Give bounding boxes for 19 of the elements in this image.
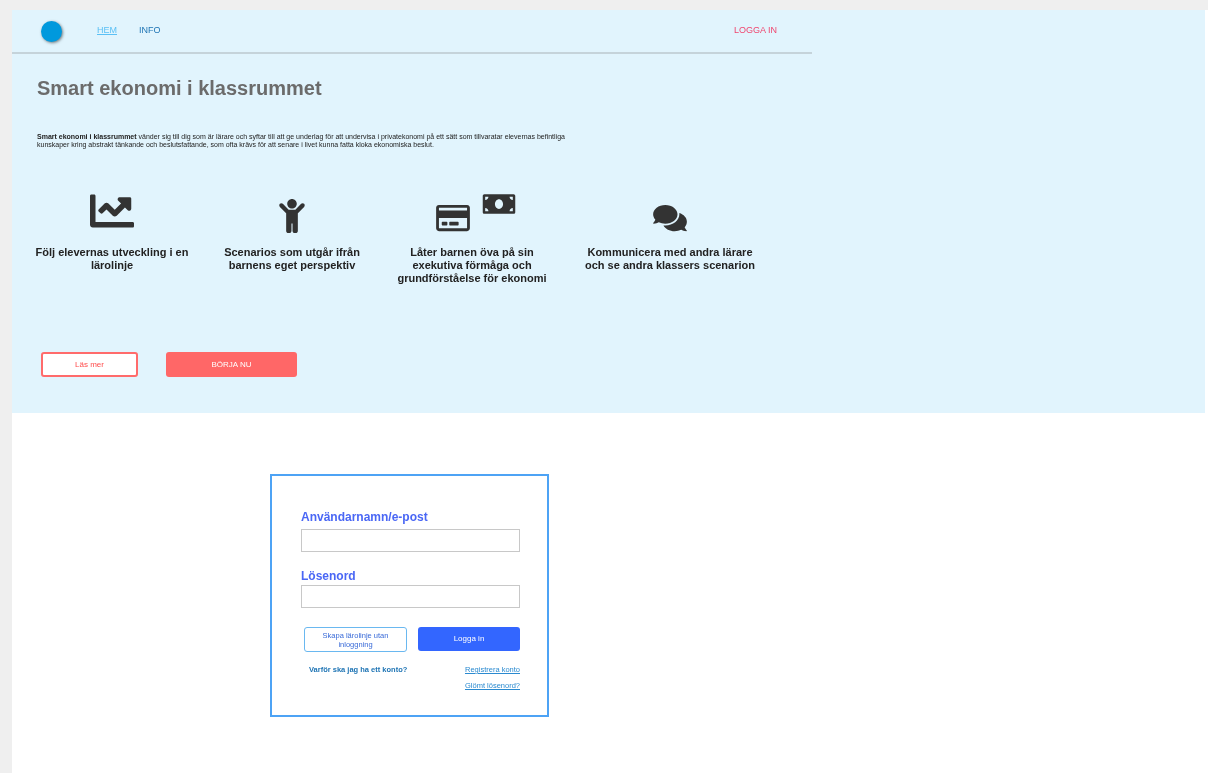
feature-text: Låter barnen öva på sin exekutiva förmåga och grundförståelse för ekonomi — [396, 246, 548, 285]
password-field[interactable] — [301, 585, 520, 608]
login-button[interactable]: Logga in — [418, 627, 520, 651]
login-link[interactable]: LOGGA IN — [734, 24, 777, 38]
feature-text: Kommunicera med andra lärare och se andra klassers scenarion — [585, 246, 755, 272]
password-label: Lösenord — [301, 568, 357, 585]
nav-link[interactable]: INFO — [139, 24, 161, 38]
username-field[interactable] — [301, 529, 520, 552]
credit-card-icon — [436, 203, 470, 233]
child-icon — [279, 199, 305, 233]
start-button[interactable]: BÖRJA NU — [166, 352, 297, 377]
page-title: Smart ekonomi i klassrummet — [37, 76, 323, 101]
username-label: Användarnamn/e-post — [301, 509, 429, 526]
banknote-icon — [482, 191, 516, 217]
chat-bubbles-icon — [653, 203, 687, 233]
feature-text: Scenarios som utgår ifrån barnens eget perspektiv — [223, 246, 361, 272]
read-more-button[interactable]: Läs mer — [41, 352, 138, 377]
logo-icon — [41, 20, 62, 42]
feature-text: Följ elevernas utveckling i en lärolinje — [34, 246, 190, 272]
